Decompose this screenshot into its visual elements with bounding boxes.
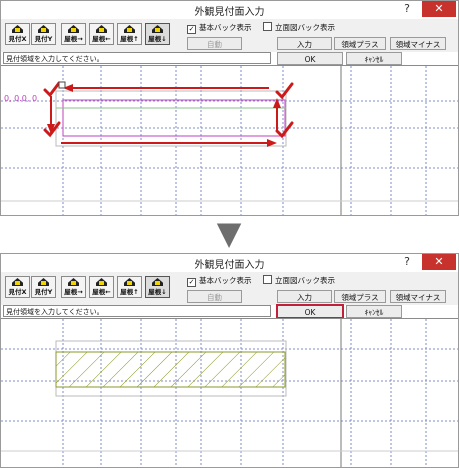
mitsuke-x-button[interactable]: 見付X: [5, 276, 30, 298]
auto-button[interactable]: 自動: [187, 290, 242, 303]
input-arrows: [47, 84, 281, 147]
canvas-svg: 0, 0.0, 0: [1, 66, 458, 215]
close-button[interactable]: ✕: [422, 1, 456, 17]
roof-icon: [12, 278, 23, 286]
mitsuke-area: [55, 351, 286, 388]
status-bar: 見付領域を入力してください。: [3, 52, 271, 64]
roof-icon: [38, 278, 49, 286]
close-button[interactable]: ✕: [422, 254, 456, 270]
title-bar: 外観見付面入力 ? ✕: [1, 254, 458, 273]
roof-icon: [12, 25, 23, 33]
toolbar: 見付X 見付Y 屋根→ 屋根← 屋根↑ 屋根↓ ✓ 基本バック表示 立面図バック表…: [1, 272, 458, 305]
base-back-checkbox[interactable]: ✓ 基本バック表示: [187, 22, 252, 34]
dialog-after: 外観見付面入力 ? ✕ 見付X 見付Y 屋根→ 屋根← 屋根↑ 屋根↓ ✓ 基本バ…: [0, 253, 459, 468]
help-icon[interactable]: ?: [404, 255, 410, 268]
mitsuke-y-button[interactable]: 見付Y: [31, 23, 56, 45]
roof-right-button[interactable]: 屋根→: [61, 276, 86, 298]
elevation-back-checkbox[interactable]: 立面図バック表示: [263, 275, 335, 286]
roof-icon: [96, 25, 107, 33]
drawing-canvas[interactable]: [1, 318, 458, 467]
ok-button[interactable]: OK: [277, 52, 343, 65]
roof-icon: [152, 278, 163, 286]
elevation-back-checkbox[interactable]: 立面図バック表示: [263, 22, 335, 33]
check-icon: ✓: [187, 25, 196, 34]
auto-button[interactable]: 自動: [187, 37, 242, 50]
roof-icon: [68, 278, 79, 286]
roof-down-button[interactable]: 屋根↓: [145, 23, 170, 45]
coord-readout: 0, 0.0, 0: [4, 94, 37, 103]
roof-icon: [152, 25, 163, 33]
input-button[interactable]: 入力: [277, 290, 332, 303]
area-plus-button[interactable]: 領域プラス: [334, 290, 386, 303]
cancel-button[interactable]: ｷｬﾝｾﾙ: [346, 52, 402, 65]
roof-icon: [38, 25, 49, 33]
drawing-canvas[interactable]: 0, 0.0, 0: [1, 65, 458, 215]
roof-up-button[interactable]: 屋根↑: [117, 23, 142, 45]
window-title: 外観見付面入力: [194, 7, 265, 18]
mitsuke-x-button[interactable]: 見付X: [5, 23, 30, 45]
roof-icon: [124, 25, 135, 33]
check-icon: ✓: [187, 278, 196, 287]
window-title: 外観見付面入力: [194, 260, 265, 271]
roof-down-button[interactable]: 屋根↓: [145, 276, 170, 298]
separator-arrow-icon: ▼: [216, 214, 242, 252]
input-button[interactable]: 入力: [277, 37, 332, 50]
roof-icon: [124, 278, 135, 286]
area-minus-button[interactable]: 領域マイナス: [390, 290, 446, 303]
dialog-before: 外観見付面入力 ? ✕ 見付X 見付Y 屋根→ 屋根← 屋根↑ 屋根↓ ✓ 基本バ…: [0, 0, 459, 216]
area-plus-button[interactable]: 領域プラス: [334, 37, 386, 50]
cancel-button[interactable]: ｷｬﾝｾﾙ: [346, 305, 402, 318]
status-bar: 見付領域を入力してください。: [3, 305, 271, 317]
roof-up-button[interactable]: 屋根↑: [117, 276, 142, 298]
title-bar: 外観見付面入力 ? ✕: [1, 1, 458, 20]
help-icon[interactable]: ?: [404, 2, 410, 15]
canvas-svg: [1, 319, 458, 467]
mitsuke-y-button[interactable]: 見付Y: [31, 276, 56, 298]
area-minus-button[interactable]: 領域マイナス: [390, 37, 446, 50]
roof-icon: [96, 278, 107, 286]
roof-right-button[interactable]: 屋根→: [61, 23, 86, 45]
roof-icon: [68, 25, 79, 33]
base-back-checkbox[interactable]: ✓ 基本バック表示: [187, 275, 252, 287]
roof-left-button[interactable]: 屋根←: [89, 276, 114, 298]
ok-button[interactable]: OK: [277, 305, 343, 318]
toolbar: 見付X 見付Y 屋根→ 屋根← 屋根↑ 屋根↓ ✓ 基本バック表示 立面図バック表…: [1, 19, 458, 52]
roof-left-button[interactable]: 屋根←: [89, 23, 114, 45]
